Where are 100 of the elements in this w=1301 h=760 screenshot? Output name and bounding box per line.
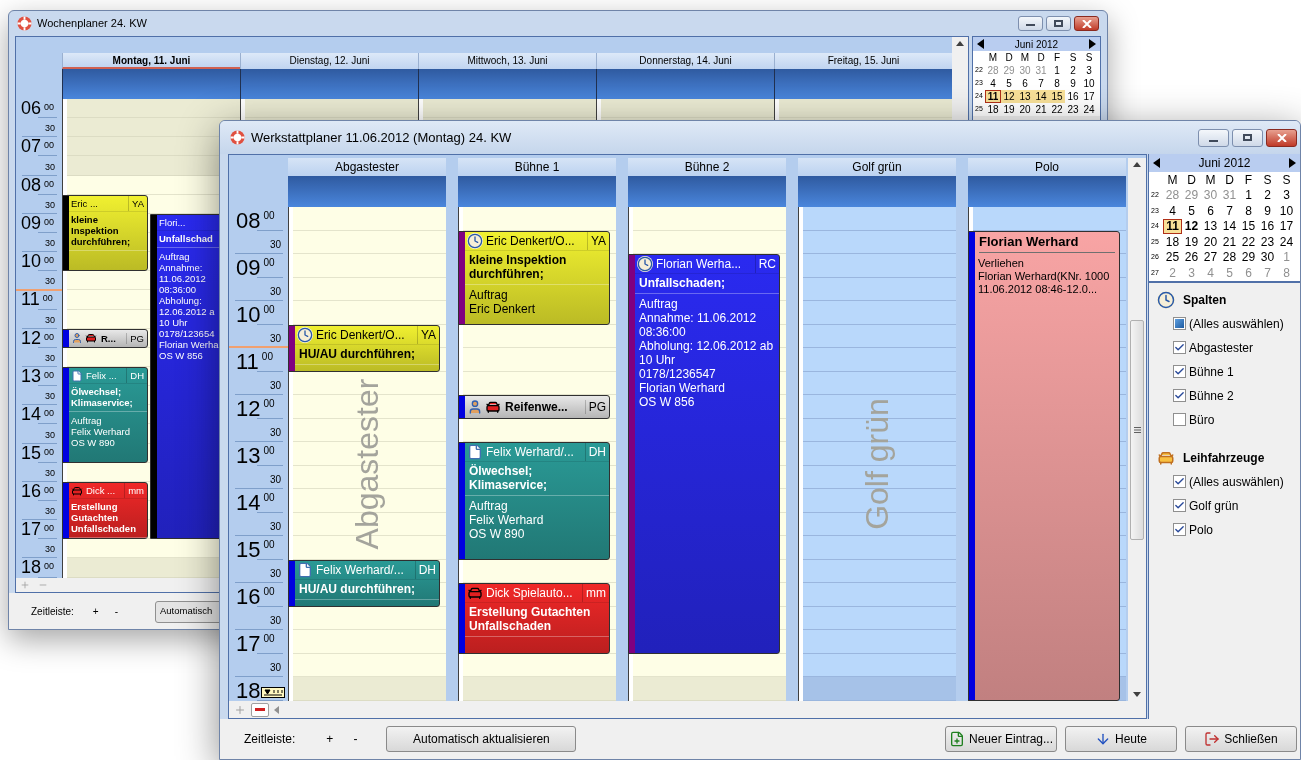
calendar-day[interactable]: 12 bbox=[1182, 218, 1201, 234]
calendar-day[interactable]: 4 bbox=[985, 77, 1001, 90]
calendar-day[interactable]: 22 bbox=[1049, 103, 1065, 116]
checkbox[interactable] bbox=[1173, 523, 1186, 536]
scroll-up-icon[interactable] bbox=[956, 41, 964, 46]
calendar-day[interactable]: 15 bbox=[1049, 90, 1065, 103]
minimize-button[interactable] bbox=[1198, 128, 1229, 147]
calendar-day[interactable]: 14 bbox=[1033, 90, 1049, 103]
calendar-day[interactable]: 16 bbox=[1258, 218, 1277, 234]
minimize-button[interactable] bbox=[1018, 16, 1043, 31]
calendar-day[interactable]: 7 bbox=[1220, 203, 1239, 219]
calendar-day[interactable]: 21 bbox=[1220, 234, 1239, 250]
calendar-day[interactable]: 10 bbox=[1081, 77, 1097, 90]
calendar-day[interactable]: 29 bbox=[1239, 249, 1258, 265]
calendar-day[interactable]: 17 bbox=[1277, 218, 1296, 234]
calendar-day[interactable]: 1 bbox=[1239, 187, 1258, 203]
calendar-day[interactable]: 5 bbox=[1001, 77, 1017, 90]
auto-refresh-button[interactable]: Automatisch aktualisieren bbox=[386, 726, 577, 752]
day-header[interactable]: Mittwoch, 13. Juni bbox=[418, 53, 596, 69]
calendar-day[interactable]: 18 bbox=[1163, 234, 1182, 250]
calendar-day[interactable]: 16 bbox=[1065, 90, 1081, 103]
previous-month-icon[interactable] bbox=[1153, 158, 1160, 168]
calendar-day[interactable]: 14 bbox=[1220, 218, 1239, 234]
calendar-day[interactable]: 11 bbox=[1163, 218, 1182, 234]
next-month-icon[interactable] bbox=[1289, 158, 1296, 168]
checkbox[interactable] bbox=[1173, 499, 1186, 512]
close-button[interactable] bbox=[1266, 128, 1297, 147]
calendar-day[interactable]: 2 bbox=[1258, 187, 1277, 203]
close-dialog-button[interactable]: Schließen bbox=[1185, 726, 1297, 752]
appointment-card[interactable]: Reifenwe... PG bbox=[458, 395, 610, 419]
calendar-day[interactable]: 19 bbox=[1001, 103, 1017, 116]
today-button[interactable]: Heute bbox=[1065, 726, 1177, 752]
calendar-day[interactable]: 19 bbox=[1182, 234, 1201, 250]
appointment-card[interactable]: Eric ... YA kleine Inspektion durchführen; bbox=[62, 194, 148, 272]
column-header[interactable]: Abgastester bbox=[288, 158, 446, 176]
checkbox[interactable] bbox=[1173, 413, 1186, 426]
calendar-day[interactable]: 20 bbox=[1017, 103, 1033, 116]
calendar-day[interactable]: 4 bbox=[1163, 203, 1182, 219]
appointment-card[interactable]: Eric Denkert/O... YA kleine Inspektion durchführen; Auftrag Eric Denkert bbox=[458, 230, 610, 325]
checkbox[interactable] bbox=[1173, 475, 1186, 488]
appointment-card[interactable]: Eric Denkert/O... YA HU/AU durchführen; bbox=[288, 324, 440, 372]
calendar-day[interactable]: 7 bbox=[1033, 77, 1049, 90]
calendar-day[interactable]: 24 bbox=[1081, 103, 1097, 116]
zoom-out-button[interactable]: - bbox=[111, 604, 121, 619]
day-header[interactable]: Donnerstag, 14. Juni bbox=[596, 53, 774, 69]
maximize-button[interactable] bbox=[1046, 16, 1071, 31]
calendar-day[interactable]: 23 bbox=[1258, 234, 1277, 250]
calendar-day[interactable]: 13 bbox=[1201, 218, 1220, 234]
zoom-in-button[interactable]: + bbox=[323, 730, 337, 748]
new-entry-button[interactable]: Neuer Eintrag... bbox=[945, 726, 1057, 752]
calendar-day[interactable]: 17 bbox=[1081, 90, 1097, 103]
calendar-day[interactable]: 8 bbox=[1049, 77, 1065, 90]
appointment-card[interactable]: Dick Spielauto... mm Erstellung Gutachten Unfallschaden bbox=[458, 583, 610, 654]
zoom-out-button[interactable]: - bbox=[350, 730, 361, 748]
appointment-card[interactable]: R... PG bbox=[62, 328, 148, 348]
zoom-in-button[interactable]: + bbox=[89, 604, 102, 619]
scroll-down-icon[interactable] bbox=[1133, 692, 1141, 697]
checkbox[interactable] bbox=[1173, 341, 1186, 354]
calendar-day[interactable]: 22 bbox=[1239, 234, 1258, 250]
calendar-day[interactable]: 2 bbox=[1065, 64, 1081, 77]
column-header[interactable]: Bühne 2 bbox=[628, 158, 786, 176]
calendar-day[interactable]: 11 bbox=[985, 90, 1001, 103]
close-button[interactable] bbox=[1074, 16, 1099, 31]
column-header[interactable]: Golf grün bbox=[798, 158, 956, 176]
calendar-day[interactable]: 9 bbox=[1065, 77, 1081, 90]
calendar-day[interactable]: 10 bbox=[1277, 203, 1296, 219]
calendar-day[interactable]: 8 bbox=[1239, 203, 1258, 219]
calendar-day[interactable]: 15 bbox=[1239, 218, 1258, 234]
appointment-card[interactable]: Felix Werhard/... DH Ölwechsel; Klimaservice; Auftrag Felix Werhard OS W 890 bbox=[458, 442, 610, 560]
appointment-card[interactable]: Dick ... mm Erstellung Gutachten Unfallschaden bbox=[62, 482, 148, 540]
scroll-thumb[interactable] bbox=[1130, 319, 1144, 540]
next-month-icon[interactable] bbox=[1089, 39, 1096, 49]
calendar-day[interactable]: 9 bbox=[1258, 203, 1277, 219]
appointment-card[interactable]: Felix ... DH Ölwechsel; Klimaservice; Auftrag Felix Werhard OS W 890 bbox=[62, 367, 148, 463]
calendar-day[interactable]: 25 bbox=[1163, 249, 1182, 265]
scroll-left-icon[interactable] bbox=[274, 705, 279, 714]
calendar-day[interactable]: 26 bbox=[1182, 249, 1201, 265]
calendar-day[interactable]: 13 bbox=[1017, 90, 1033, 103]
calendar-day[interactable]: 24 bbox=[1277, 234, 1296, 250]
scroll-up-icon[interactable] bbox=[1133, 162, 1141, 167]
calendar-day[interactable]: 27 bbox=[1201, 249, 1220, 265]
calendar-day[interactable]: 20 bbox=[1201, 234, 1220, 250]
column-header[interactable]: Bühne 1 bbox=[458, 158, 616, 176]
day-header[interactable]: Dienstag, 12. Juni bbox=[240, 53, 418, 69]
appointment-card[interactable]: Florian Werhard Verliehen Florian Werhard(KNr. 1000 11.06.2012 08:46-12.0... bbox=[968, 230, 1120, 701]
appointment-card[interactable]: Florian Werha... RC Unfallschaden; Auftrag Annahme: 11.06.2012 08:36:00 Abholung: 12.06.2012 ab 10 Uhr 0178/1236547 Florian Werhard OS W 856 bbox=[628, 254, 780, 654]
previous-month-icon[interactable] bbox=[977, 39, 984, 49]
calendar-day[interactable]: 18 bbox=[985, 103, 1001, 116]
calendar-day[interactable]: 5 bbox=[1182, 203, 1201, 219]
calendar-day[interactable]: 23 bbox=[1065, 103, 1081, 116]
calendar-day[interactable]: 12 bbox=[1001, 90, 1017, 103]
calendar-day[interactable]: 21 bbox=[1033, 103, 1049, 116]
calendar-day[interactable]: 6 bbox=[1201, 203, 1220, 219]
vertical-scrollbar[interactable] bbox=[1128, 158, 1146, 701]
calendar-day[interactable]: 3 bbox=[1277, 187, 1296, 203]
day-header[interactable]: Freitag, 15. Juni bbox=[774, 53, 952, 69]
calendar-day[interactable]: 3 bbox=[1081, 64, 1097, 77]
day-header[interactable]: Montag, 11. Juni bbox=[62, 53, 240, 69]
maximize-button[interactable] bbox=[1232, 128, 1263, 147]
remove-row-button[interactable] bbox=[251, 702, 269, 717]
